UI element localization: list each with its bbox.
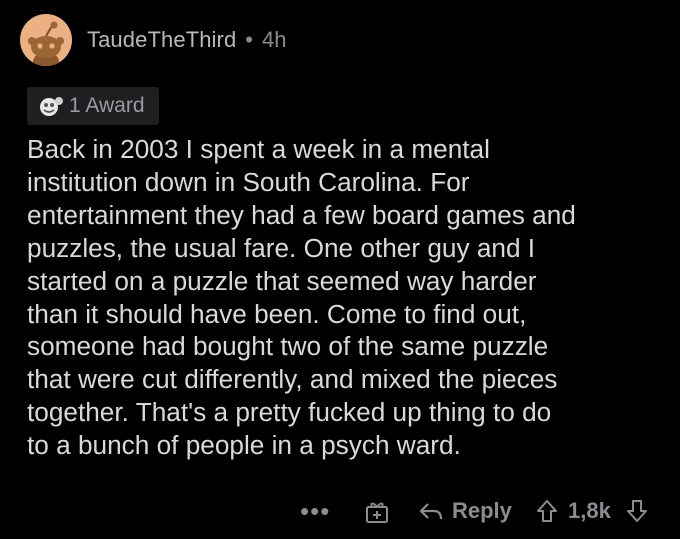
award-icon bbox=[40, 97, 63, 116]
award-label: 1 Award bbox=[69, 94, 145, 117]
comment-line: together. That's a pretty fucked up thin… bbox=[27, 397, 552, 428]
reply-button[interactable]: Reply bbox=[418, 491, 512, 531]
comment-action-bar: ••• Reply 1,8k bbox=[0, 491, 680, 531]
comment-line: Back in 2003 I spent a week in a mental bbox=[27, 134, 490, 164]
more-options-button[interactable]: ••• bbox=[300, 491, 330, 531]
vote-score: 1,8k bbox=[568, 498, 611, 523]
award-badge[interactable]: 1 Award bbox=[27, 87, 159, 125]
comment-line: institution down in South Carolina. For bbox=[27, 166, 470, 197]
comment-line: puzzles, the usual fare. One other guy a… bbox=[27, 232, 536, 263]
comment-line: someone had bought two of the same puzzl… bbox=[27, 331, 549, 362]
gift-icon bbox=[366, 502, 388, 523]
comment-line: started on a puzzle that seemed way hard… bbox=[27, 265, 537, 296]
downvote-button[interactable] bbox=[625, 491, 649, 531]
comment-line: to a bunch of people in a psych ward. bbox=[27, 430, 461, 461]
comment-line: entertainment they had a few board games… bbox=[27, 199, 576, 230]
comment-body: Back in 2003 I spent a week in a mental … bbox=[27, 133, 667, 462]
downvote-arrow-icon bbox=[627, 500, 647, 522]
author-username[interactable]: TaudeTheThird bbox=[87, 27, 236, 53]
reply-label: Reply bbox=[452, 498, 512, 523]
comment-line: that were cut differently, and mixed the… bbox=[27, 364, 558, 395]
upvote-button[interactable] bbox=[535, 491, 559, 531]
upvote-arrow-icon bbox=[537, 500, 557, 522]
comment-timestamp: 4h bbox=[261, 27, 287, 52]
meta-separator: • bbox=[245, 27, 253, 52]
give-award-button[interactable] bbox=[364, 491, 390, 531]
comment-line: than it should have been. Come to find o… bbox=[27, 298, 527, 329]
snoo-avatar-icon bbox=[28, 21, 64, 66]
avatar[interactable] bbox=[20, 14, 72, 66]
reply-arrow-icon bbox=[419, 503, 443, 520]
comment-header: TaudeTheThird • 4h bbox=[20, 12, 286, 68]
